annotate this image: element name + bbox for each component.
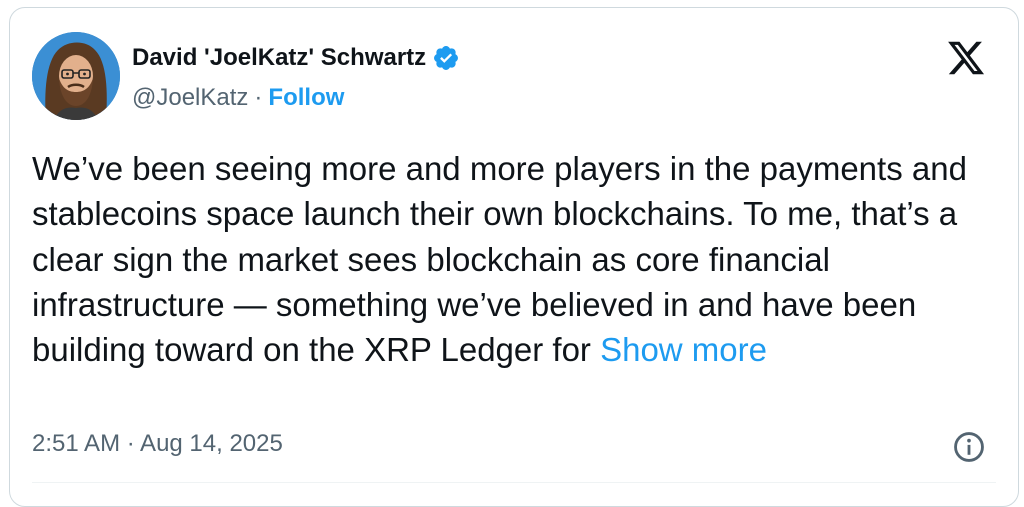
author-row: David 'JoelKatz' Schwartz [132,42,460,74]
info-icon[interactable] [952,430,986,464]
handle-row: @JoelKatz · Follow [132,84,344,112]
tweet-text: We’ve been seeing more and more players … [32,146,992,372]
tweet-card: David 'JoelKatz' Schwartz @JoelKatz · Fo… [9,7,1019,507]
follow-button[interactable]: Follow [268,84,344,112]
avatar-illustration [32,32,120,120]
show-more-link[interactable]: Show more [600,331,767,368]
separator-dot: · [254,84,263,111]
verified-badge-icon [434,46,459,70]
avatar[interactable] [32,32,120,120]
author-name[interactable]: David 'JoelKatz' Schwartz [132,44,426,72]
timestamp[interactable]: 2:51 AM · Aug 14, 2025 [32,430,283,458]
x-logo-icon[interactable] [946,38,986,78]
divider [32,482,996,483]
tweet-body: We’ve been seeing more and more players … [32,150,967,369]
author-handle[interactable]: @JoelKatz [132,84,248,112]
